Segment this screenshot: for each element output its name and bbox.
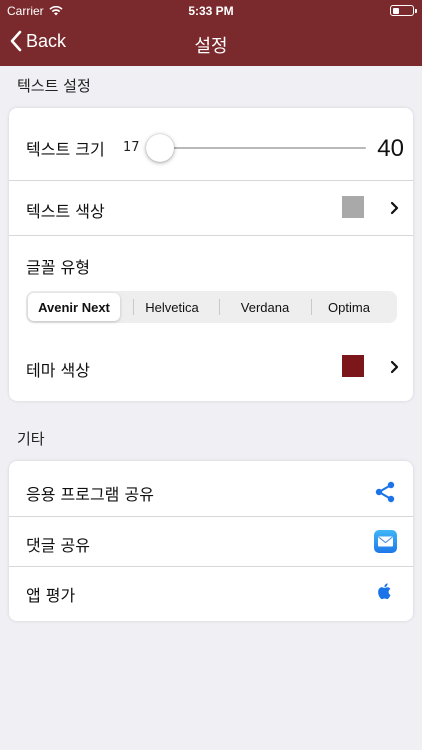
section-header-other: 기타 [17,430,45,448]
other-card: 응용 프로그램 공유 댓글 공유 앱 평가 [9,461,413,621]
mail-icon [374,530,397,553]
text-size-label: 텍스트 크기 [26,140,105,159]
share-icon [375,481,395,503]
share-app-row[interactable]: 응용 프로그램 공유 [9,461,413,516]
navigation-bar: Back 설정 [0,22,422,66]
text-color-label: 텍스트 색상 [26,202,105,221]
share-comment-row[interactable]: 댓글 공유 [9,517,413,566]
text-size-slider-track[interactable] [159,147,366,149]
battery-icon [390,5,417,16]
theme-color-label: 테마 색상 [26,361,90,380]
divider [9,235,413,236]
slider-max-label: 40 [377,135,404,162]
segment-avenir-next[interactable]: Avenir Next [28,293,120,321]
apple-icon [378,583,391,600]
section-header-text-settings: 텍스트 설정 [17,77,91,95]
text-color-row[interactable]: 텍스트 색상 [9,181,413,235]
share-app-label: 응용 프로그램 공유 [26,485,154,504]
theme-color-swatch [342,355,364,377]
chevron-right-icon [390,360,399,374]
segment-verdana[interactable]: Verdana [219,293,311,321]
slider-min-label: 17 [123,140,140,155]
text-size-row: 텍스트 크기 17 40 [9,108,413,180]
rate-app-label: 앱 평가 [26,586,76,605]
page-title: 설정 [194,36,228,57]
chevron-right-icon [390,201,399,215]
share-comment-label: 댓글 공유 [26,536,90,555]
text-color-swatch [342,196,364,218]
font-type-segmented-control: Avenir Next Helvetica Verdana Optima [26,291,397,323]
segment-optima[interactable]: Optima [303,293,395,321]
status-time: 5:33 PM [188,4,234,18]
rate-app-row[interactable]: 앱 평가 [9,567,413,617]
text-settings-card: 텍스트 크기 17 40 텍스트 색상 글꼴 유형 Avenir Next He… [9,108,413,401]
theme-color-row[interactable]: 테마 색상 [9,340,413,396]
status-bar: Carrier 5:33 PM [0,0,422,22]
text-size-slider-thumb[interactable] [146,134,174,162]
font-type-label: 글꼴 유형 [26,258,90,277]
segment-helvetica[interactable]: Helvetica [126,293,218,321]
